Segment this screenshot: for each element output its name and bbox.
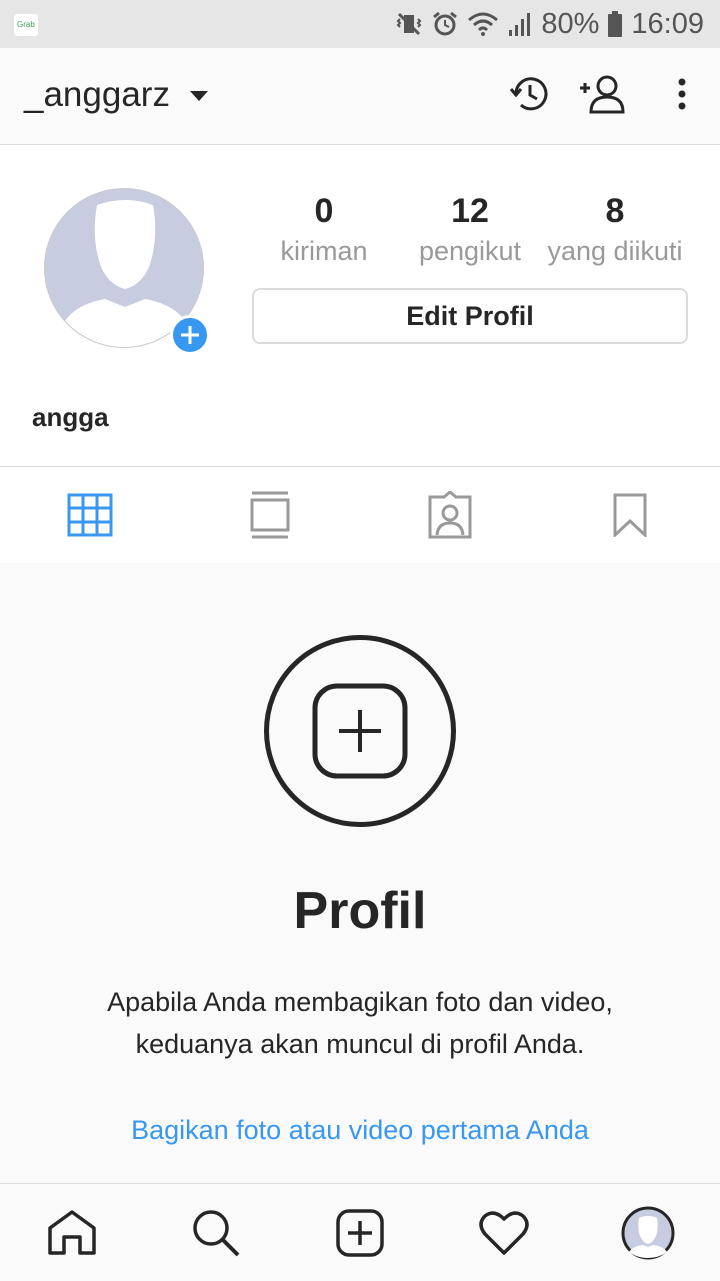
nav-profile[interactable]	[576, 1184, 720, 1281]
stat-following[interactable]: 8 yang diikuti	[540, 193, 690, 267]
archive-history-icon[interactable]	[508, 72, 552, 116]
stat-posts[interactable]: 0 kiriman	[264, 193, 384, 267]
stat-followers[interactable]: 12 pengikut	[400, 193, 540, 267]
search-icon	[193, 1209, 240, 1256]
tagged-icon	[428, 491, 472, 539]
profile-tabs	[0, 466, 720, 564]
nav-home[interactable]	[0, 1184, 144, 1281]
stat-value: 0	[314, 192, 334, 230]
home-icon	[48, 1209, 96, 1255]
empty-state: Profil Apabila Anda membagikan foto dan …	[0, 563, 720, 1183]
stat-value: 8	[605, 192, 625, 230]
add-story-button[interactable]	[170, 315, 210, 355]
vibrate-icon	[396, 12, 422, 36]
nav-activity[interactable]	[432, 1184, 576, 1281]
add-post-icon	[312, 683, 408, 779]
empty-state-description: Apabila Anda membagikan foto dan video, …	[60, 981, 660, 1065]
app-notification-icon: Grab	[14, 14, 38, 36]
top-app-bar: _anggarz	[0, 48, 720, 145]
wifi-icon	[468, 12, 499, 36]
nav-new-post[interactable]	[288, 1184, 432, 1281]
activity-heart-icon	[479, 1210, 529, 1255]
profile-header: 0 kiriman 12 pengikut 8 yang diikuti Edi…	[0, 145, 720, 466]
empty-state-line-1: Apabila Anda membagikan foto dan video,	[107, 987, 613, 1017]
username-switcher[interactable]: _anggarz	[24, 75, 170, 115]
grid-icon	[67, 493, 113, 537]
signal-icon	[509, 13, 531, 36]
tab-feed[interactable]	[180, 467, 360, 563]
alarm-icon	[433, 11, 458, 36]
share-first-post-link[interactable]: Bagikan foto atau video pertama Anda	[0, 1115, 720, 1146]
feed-list-icon	[250, 491, 290, 539]
tab-tagged[interactable]	[360, 467, 540, 563]
tab-saved[interactable]	[540, 467, 720, 563]
create-post-circle[interactable]	[264, 635, 456, 827]
stat-value: 12	[451, 192, 489, 230]
stat-label: pengikut	[418, 236, 522, 266]
tab-grid[interactable]	[0, 467, 180, 563]
nav-search[interactable]	[144, 1184, 288, 1281]
profile-full-name: angga	[32, 402, 109, 432]
stat-label: yang diikuti	[547, 236, 683, 266]
saved-bookmark-icon	[613, 493, 647, 537]
bottom-navigation	[0, 1183, 720, 1281]
edit-profile-button[interactable]: Edit Profil	[252, 288, 688, 344]
status-icons: 80% 16:09	[395, 6, 704, 42]
empty-state-title: Profil	[293, 882, 427, 940]
add-person-icon[interactable]	[578, 72, 628, 116]
stat-label: kiriman	[280, 236, 368, 266]
clock: 16:09	[631, 7, 704, 40]
battery-percent: 80%	[541, 7, 600, 40]
more-vertical-icon[interactable]	[676, 72, 688, 116]
empty-state-line-2: keduanya akan muncul di profil Anda.	[135, 1029, 585, 1059]
profile-avatar-icon	[621, 1206, 675, 1259]
battery-icon	[608, 11, 623, 37]
chevron-down-icon[interactable]	[190, 91, 208, 101]
new-post-icon	[336, 1208, 384, 1257]
status-bar: Grab 80% 16:09	[0, 0, 720, 48]
plus-icon	[181, 326, 199, 344]
